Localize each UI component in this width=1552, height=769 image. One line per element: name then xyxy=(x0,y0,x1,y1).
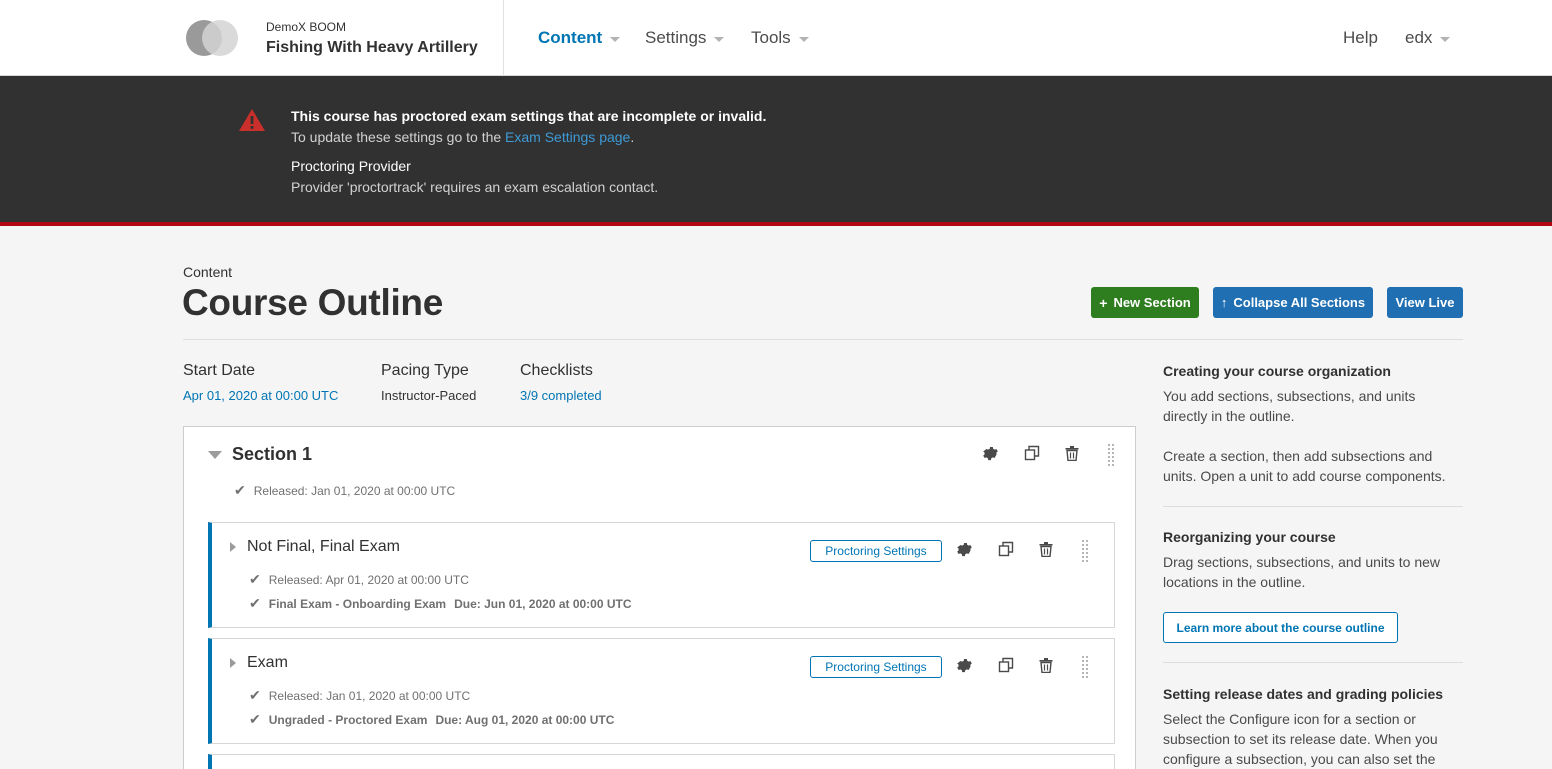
help-link[interactable]: Help xyxy=(1343,28,1378,48)
collapse-all-label: Collapse All Sections xyxy=(1233,295,1366,310)
drag-handle-icon[interactable] xyxy=(1082,540,1088,564)
duplicate-icon[interactable] xyxy=(1024,445,1040,461)
course-org: DemoX BOOM xyxy=(266,20,347,34)
help-heading-release-dates: Setting release dates and grading polici… xyxy=(1163,686,1444,702)
subsection-title[interactable]: Exam xyxy=(247,654,288,672)
sidebar-divider xyxy=(1163,662,1463,663)
plus-icon: + xyxy=(1099,294,1108,311)
arrow-up-icon: ↑ xyxy=(1220,295,1228,310)
course-logo[interactable] xyxy=(186,20,240,56)
proctoring-alert xyxy=(0,76,1552,226)
expand-caret-icon[interactable] xyxy=(230,658,236,668)
view-live-button[interactable]: View Live xyxy=(1387,287,1463,318)
gear-icon[interactable] xyxy=(957,542,972,557)
exam-type-text: Final Exam - Onboarding Exam xyxy=(268,596,447,611)
subsection-title[interactable]: Not Final, Final Exam xyxy=(247,538,400,556)
gear-icon[interactable] xyxy=(957,658,972,673)
release-text: Released: Jan 01, 2020 at 00:00 UTC xyxy=(268,688,471,703)
proctoring-settings-button[interactable]: Proctoring Settings xyxy=(810,540,942,562)
alert-subtext: Provider 'proctortrack' requires an exam… xyxy=(291,179,659,195)
help-text: Drag sections, subsections, and units to… xyxy=(1163,554,1441,590)
user-label: edx xyxy=(1405,28,1433,47)
view-live-label: View Live xyxy=(1395,295,1455,310)
start-date-label: Start Date xyxy=(183,362,256,379)
subsection-exam-status: ✔ Ungraded - Proctored Exam Due: Aug 01,… xyxy=(249,711,614,728)
help-text: Select the Configure icon for a section … xyxy=(1163,711,1438,767)
learn-more-button[interactable]: Learn more about the course outline xyxy=(1163,612,1398,643)
duplicate-icon[interactable] xyxy=(998,541,1014,557)
help-text: You add sections, subsections, and units… xyxy=(1163,388,1416,424)
title-divider xyxy=(183,339,1463,340)
alert-message: To update these settings go to the Exam … xyxy=(291,129,634,145)
subsection-exam-status: ✔ Final Exam - Onboarding Exam Due: Jun … xyxy=(249,595,632,612)
pacing-type-label: Pacing Type xyxy=(381,362,469,379)
course-title[interactable]: Fishing With Heavy Artillery xyxy=(266,39,478,57)
section-status-text: Released: Jan 01, 2020 at 00:00 UTC xyxy=(253,483,456,498)
chevron-down-icon xyxy=(714,36,725,42)
checkmark-icon: ✔ xyxy=(249,571,261,587)
checkmark-icon: ✔ xyxy=(249,711,261,727)
new-section-label: New Section xyxy=(1113,295,1191,310)
proctoring-settings-button[interactable]: Proctoring Settings xyxy=(810,656,942,678)
warning-icon xyxy=(239,109,265,131)
nav-settings-label: Settings xyxy=(645,28,707,47)
nav-tools-label: Tools xyxy=(751,28,791,47)
header-divider xyxy=(503,0,504,76)
help-text: Create a section, then add subsections a… xyxy=(1163,448,1446,484)
alert-subtitle: Proctoring Provider xyxy=(291,158,411,174)
chevron-down-icon xyxy=(798,36,809,42)
exam-type-text: Ungraded - Proctored Exam xyxy=(268,712,428,727)
alert-message-suffix: . xyxy=(630,129,635,145)
checkmark-icon: ✔ xyxy=(234,482,246,498)
user-menu[interactable]: edx xyxy=(1405,28,1451,48)
checklists-value[interactable]: 3/9 completed xyxy=(520,388,602,403)
nav-tools[interactable]: Tools xyxy=(751,28,809,48)
chevron-down-icon xyxy=(1440,36,1451,42)
nav-content-label: Content xyxy=(538,28,603,47)
section-status: ✔ Released: Jan 01, 2020 at 00:00 UTC xyxy=(234,482,455,499)
due-date-text: Due: Aug 01, 2020 at 00:00 UTC xyxy=(435,712,615,727)
start-date-value[interactable]: Apr 01, 2020 at 00:00 UTC xyxy=(183,388,338,403)
subsection-release-status: ✔ Released: Jan 01, 2020 at 00:00 UTC xyxy=(249,687,470,704)
logo-circle-right xyxy=(202,20,238,56)
breadcrumb: Content xyxy=(183,264,233,280)
sidebar-divider xyxy=(1163,506,1463,507)
page-title: Course Outline xyxy=(182,282,443,323)
new-section-button[interactable]: + New Section xyxy=(1091,287,1199,318)
app-header: DemoX BOOM Fishing With Heavy Artillery … xyxy=(0,0,1552,76)
expand-caret-icon[interactable] xyxy=(230,542,236,552)
help-heading-organization: Creating your course organization xyxy=(1163,363,1391,379)
alert-message-prefix: To update these settings go to the xyxy=(291,129,506,145)
help-heading-reorganizing: Reorganizing your course xyxy=(1163,529,1336,545)
exam-settings-link[interactable]: Exam Settings page xyxy=(505,129,630,145)
section-title[interactable]: Section 1 xyxy=(232,444,312,465)
subsection-card xyxy=(208,754,1115,769)
chevron-down-icon xyxy=(610,36,621,42)
pacing-type-value: Instructor-Paced xyxy=(381,388,477,403)
help-label: Help xyxy=(1343,28,1378,47)
expand-caret-icon[interactable] xyxy=(208,451,222,459)
checklists-label: Checklists xyxy=(520,362,593,379)
trash-icon[interactable] xyxy=(1065,446,1079,461)
release-text: Released: Apr 01, 2020 at 00:00 UTC xyxy=(268,572,469,587)
nav-settings[interactable]: Settings xyxy=(645,28,725,48)
due-date-text: Due: Jun 01, 2020 at 00:00 UTC xyxy=(454,596,632,611)
alert-title: This course has proctored exam settings … xyxy=(291,108,767,124)
drag-handle-icon[interactable] xyxy=(1108,444,1114,468)
trash-icon[interactable] xyxy=(1039,542,1053,557)
checkmark-icon: ✔ xyxy=(249,595,261,611)
trash-icon[interactable] xyxy=(1039,658,1053,673)
collapse-all-button[interactable]: ↑ Collapse All Sections xyxy=(1213,287,1373,318)
checkmark-icon: ✔ xyxy=(249,687,261,703)
duplicate-icon[interactable] xyxy=(998,657,1014,673)
subsection-release-status: ✔ Released: Apr 01, 2020 at 00:00 UTC xyxy=(249,571,469,588)
nav-content[interactable]: Content xyxy=(538,28,621,48)
drag-handle-icon[interactable] xyxy=(1082,656,1088,680)
gear-icon[interactable] xyxy=(983,446,998,461)
